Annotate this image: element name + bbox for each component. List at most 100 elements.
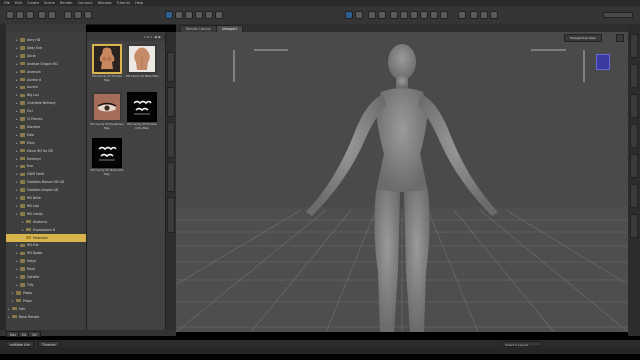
tree-item[interactable]: ▸ Aery HD	[6, 36, 86, 44]
tree-item[interactable]: ▸ Expressions 8	[6, 226, 86, 234]
tree-item[interactable]: ▸ Ophelia	[6, 273, 86, 281]
thumbnail-item[interactable]	[127, 92, 157, 122]
tree-item[interactable]: ▸ CJ Electra	[6, 115, 86, 123]
iray-icon[interactable]	[390, 11, 398, 19]
tree-item[interactable]: ▸ Anaïsse Chopra HD	[6, 60, 86, 68]
menu-item-tutorial[interactable]: Tutorial	[117, 1, 130, 5]
tree-item[interactable]: ▸ Addy Eve	[6, 44, 86, 52]
tab-viewport[interactable]: Viewport	[216, 25, 243, 32]
side-tab[interactable]	[630, 124, 638, 148]
light-icon[interactable]	[400, 11, 408, 19]
tree-item[interactable]: ▸ Hair	[6, 305, 86, 313]
translate-icon[interactable]	[84, 11, 92, 19]
tree-item[interactable]: ▸ HD Bella	[6, 194, 86, 202]
render-settings-icon[interactable]	[378, 11, 386, 19]
tree-item[interactable]: ▸ Aneesah	[6, 68, 86, 76]
view-cube-icon[interactable]	[596, 54, 610, 70]
spotlight-icon[interactable]	[410, 11, 418, 19]
tree-item[interactable]: ▸ Base Female	[6, 313, 86, 321]
tab-animate-lite[interactable]: aniMate Lite	[6, 341, 34, 347]
camera-icon[interactable]	[430, 11, 438, 19]
tree-item[interactable]: ▸ HD Elle	[6, 241, 86, 249]
tree-item[interactable]: ▸ Aurora	[6, 83, 86, 91]
node-icon[interactable]	[64, 11, 72, 19]
side-tab[interactable]	[167, 162, 175, 192]
tree-item[interactable]: ▸ Emersyn	[6, 155, 86, 163]
scale-tool-icon[interactable]	[195, 11, 203, 19]
tab-timeline[interactable]: Timeline	[38, 341, 60, 347]
open-icon[interactable]	[16, 11, 24, 19]
tree-item[interactable]: ▸ Aurelie 8	[6, 76, 86, 84]
thumbnail-item[interactable]	[92, 92, 122, 122]
primitive-icon[interactable]	[458, 11, 466, 19]
group-icon[interactable]	[480, 11, 488, 19]
side-tab[interactable]	[630, 64, 638, 88]
tree-item[interactable]: ▸ Poses	[6, 289, 86, 297]
layout-select[interactable]: Select a Layout	[502, 341, 542, 347]
tree-item[interactable]: ▸ HD Candy	[6, 210, 86, 218]
new-scene-icon[interactable]	[6, 11, 14, 19]
menu-item-edit[interactable]: Edit	[15, 1, 22, 5]
side-tab[interactable]	[167, 197, 175, 233]
side-tab[interactable]	[167, 52, 175, 82]
tab-render-library[interactable]: Render Library	[180, 25, 218, 32]
rotate-tool-icon[interactable]	[185, 11, 193, 19]
tab-sel[interactable]: Sel	[28, 331, 41, 337]
menu-item-connect[interactable]: Connect	[78, 1, 93, 5]
tree-item[interactable]: ▸ Props	[6, 297, 86, 305]
tree-item[interactable]: ▸ Edie	[6, 131, 86, 139]
redo-icon[interactable]	[48, 11, 56, 19]
surface-tool-icon[interactable]	[205, 11, 213, 19]
3d-viewport[interactable]: Perspective View	[176, 32, 628, 332]
tree-item[interactable]: ▸ HD Kyoko	[6, 249, 86, 257]
tree-item[interactable]: ▸ Alicia	[6, 52, 86, 60]
tree-item[interactable]: ▸ Dorotha	[6, 123, 86, 131]
camera-orbit-icon[interactable]	[345, 11, 353, 19]
thumbnail-item[interactable]	[127, 44, 157, 74]
tree-item[interactable]: ▸ Katya	[6, 257, 86, 265]
render-icon[interactable]	[368, 11, 376, 19]
tree-item[interactable]: ▸ Cici	[6, 107, 86, 115]
geometry-tool-icon[interactable]	[215, 11, 223, 19]
side-tab[interactable]	[630, 34, 638, 58]
tree-item[interactable]: ▸ Materials	[6, 233, 86, 242]
pose-tool-icon[interactable]	[165, 11, 173, 19]
camera-select[interactable]: Perspective View	[564, 34, 602, 42]
undo-icon[interactable]	[38, 11, 46, 19]
menu-item-help[interactable]: Help	[135, 1, 143, 5]
side-tab[interactable]	[167, 87, 175, 117]
tree-item[interactable]: ▸ Eva	[6, 162, 86, 170]
menu-item-create[interactable]: Create	[27, 1, 39, 5]
side-tab[interactable]	[630, 214, 638, 238]
tree-item[interactable]: ▸ Elani	[6, 139, 86, 147]
tree-item[interactable]: ▸ Elena HD for G8	[6, 147, 86, 155]
aux-view-icon[interactable]	[440, 11, 448, 19]
thumbnail-item[interactable]	[92, 44, 122, 74]
viewport-options-icon[interactable]	[616, 34, 624, 42]
thumbnail-item[interactable]	[92, 138, 122, 168]
transform-tool-icon[interactable]	[175, 11, 183, 19]
image-icon[interactable]	[470, 11, 478, 19]
universal-tool-icon[interactable]	[74, 11, 82, 19]
tree-item[interactable]: ▸ Big Lou	[6, 91, 86, 99]
point-light-icon[interactable]	[420, 11, 428, 19]
menu-item-file[interactable]: File	[4, 1, 10, 5]
tree-item[interactable]: ▸ Tilly	[6, 281, 86, 289]
page-next-icon[interactable]: ▶	[159, 35, 161, 39]
menu-item-window[interactable]: Window	[98, 1, 112, 5]
tree-item[interactable]: ▸ Mora	[6, 265, 86, 273]
side-tab[interactable]	[630, 184, 638, 208]
tree-item[interactable]: ▸ GWD Heidi	[6, 170, 86, 178]
tree-item[interactable]: ▸ Goddess Blanca HD G8	[6, 178, 86, 186]
menu-item-render[interactable]: Render	[60, 1, 73, 5]
page-prev-icon[interactable]: ◀	[154, 35, 156, 39]
workspace-select[interactable]	[603, 12, 633, 18]
tree-item[interactable]: ▸ Charlotte Brittany	[6, 99, 86, 107]
side-tab[interactable]	[630, 94, 638, 118]
menu-item-scene[interactable]: Scene	[44, 1, 55, 5]
tree-item[interactable]: ▸ HD Lexi	[6, 202, 86, 210]
tree-item[interactable]: ▸ Goddess Angels G8	[6, 186, 86, 194]
grid-icon[interactable]	[490, 11, 498, 19]
tree-item[interactable]: ▸ Anatomy	[6, 218, 86, 226]
save-icon[interactable]	[26, 11, 34, 19]
